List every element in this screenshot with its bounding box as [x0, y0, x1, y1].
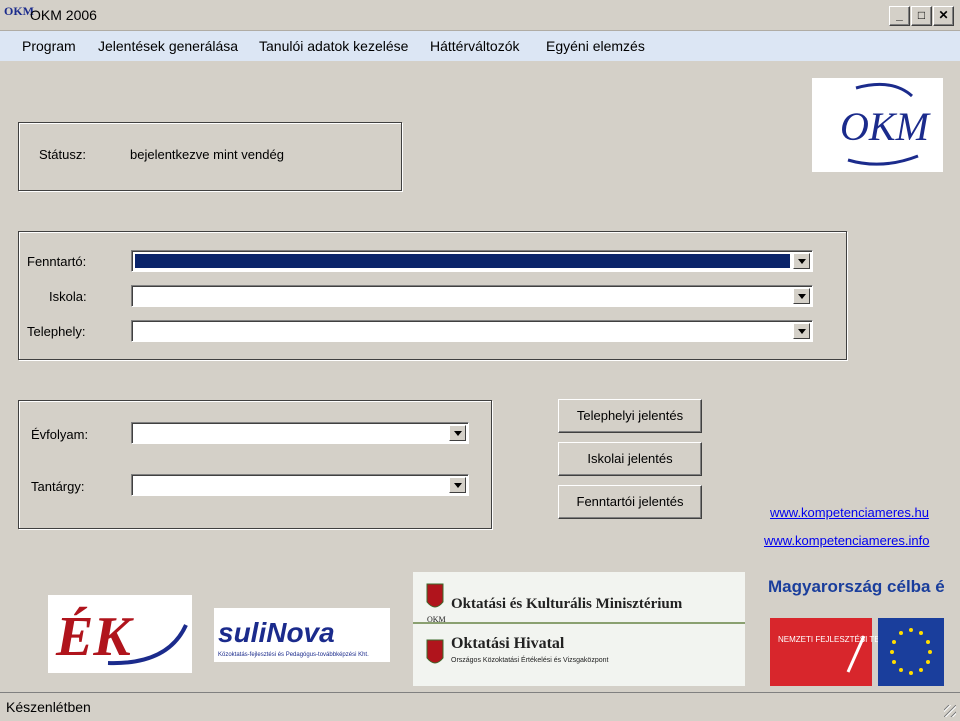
title-bar: OKM OKM 2006 _ □ ✕ [0, 0, 960, 31]
minimize-icon[interactable]: _ [889, 6, 910, 26]
status-bar-text: Készenlétben [6, 699, 91, 715]
ministry-abbr: OKM [427, 615, 446, 624]
telephely-label: Telephely: [27, 324, 86, 339]
fenntarto-label: Fenntartó: [27, 254, 87, 269]
menu-hattervaltozok[interactable]: Háttérváltozók [430, 38, 519, 54]
telephely-dropdown[interactable] [131, 320, 813, 342]
tantargy-dropdown[interactable] [131, 474, 469, 496]
evfolyam-label: Évfolyam: [31, 427, 89, 442]
okm-logo: OKM [812, 78, 943, 172]
link-kompetenciameres-info[interactable]: www.kompetenciameres.info [764, 533, 929, 548]
status-value: bejelentkezve mint vendég [130, 147, 284, 162]
ministry-name: Oktatási és Kulturális Minisztérium [451, 596, 683, 612]
sulinova-logo: suliNova Közoktatás-fejlesztési és Pedag… [214, 608, 390, 662]
tantargy-label: Tantárgy: [31, 479, 85, 494]
tantargy-selection [135, 478, 446, 492]
iskolai-jelentes-button[interactable]: Iskolai jelentés [558, 442, 702, 476]
nft-eu-logo: Magyarország célba ér NEMZETI FEJLESZTÉS… [768, 572, 944, 688]
chevron-down-icon[interactable] [449, 477, 466, 493]
chevron-down-icon[interactable] [793, 288, 810, 304]
menu-program[interactable]: Program [22, 38, 76, 54]
chevron-down-icon[interactable] [793, 253, 810, 269]
chevron-down-icon[interactable] [449, 425, 466, 441]
ek-logo: ÉK [48, 595, 192, 673]
status-group: Státusz: bejelentkezve mint vendég [18, 122, 402, 191]
menu-tanuloi-adatok[interactable]: Tanulói adatok kezelése [259, 38, 408, 54]
selection-group: Fenntartó: Iskola: Telephely: [18, 231, 847, 360]
close-icon[interactable]: ✕ [933, 6, 954, 26]
nft-text: NEMZETI FEJLESZTÉSI TERV [778, 635, 891, 644]
fenntartoi-jelentes-button[interactable]: Fenntartói jelentés [558, 485, 702, 519]
ek-logo-text: ÉK [55, 606, 134, 668]
magyarorszag-text: Magyarország célba ér [768, 577, 944, 596]
status-label: Státusz: [39, 147, 86, 162]
ministry-logo: Oktatási és Kulturális Minisztérium OKM … [413, 572, 745, 686]
maximize-icon[interactable]: □ [911, 6, 932, 26]
menu-jelentesek[interactable]: Jelentések generálása [98, 38, 238, 54]
menu-bar: Program Jelentések generálása Tanulói ad… [0, 31, 960, 61]
telephely-selection [135, 324, 790, 338]
iskola-label: Iskola: [49, 289, 87, 304]
status-bar: Készenlétben [0, 692, 960, 721]
chevron-down-icon[interactable] [793, 323, 810, 339]
menu-egyeni-elemzes[interactable]: Egyéni elemzés [546, 38, 645, 54]
okm-logo-graphic: OKM [840, 82, 932, 166]
filter-group: Évfolyam: Tantárgy: [18, 400, 492, 529]
resize-grip-icon[interactable] [944, 705, 956, 717]
fenntarto-selection [135, 254, 790, 268]
telephelyi-jelentes-button[interactable]: Telephelyi jelentés [558, 399, 702, 433]
hivatal-name: Oktatási Hivatal [451, 635, 565, 652]
iskola-selection [135, 289, 790, 303]
hivatal-sub: Országos Közoktatási Értékelési és Vizsg… [451, 655, 609, 664]
evfolyam-dropdown[interactable] [131, 422, 469, 444]
sulinova-logo-text: suliNova [218, 617, 335, 648]
sulinova-sub-text: Közoktatás-fejlesztési és Pedagógus-tová… [218, 652, 369, 658]
fenntarto-dropdown[interactable] [131, 250, 813, 272]
evfolyam-selection [135, 426, 446, 440]
link-kompetenciameres-hu[interactable]: www.kompetenciameres.hu [770, 505, 929, 520]
iskola-dropdown[interactable] [131, 285, 813, 307]
okm-logo-text: OKM [840, 104, 932, 149]
window-title: OKM 2006 [30, 7, 97, 23]
okm-app-icon[interactable]: OKM [4, 4, 34, 24]
